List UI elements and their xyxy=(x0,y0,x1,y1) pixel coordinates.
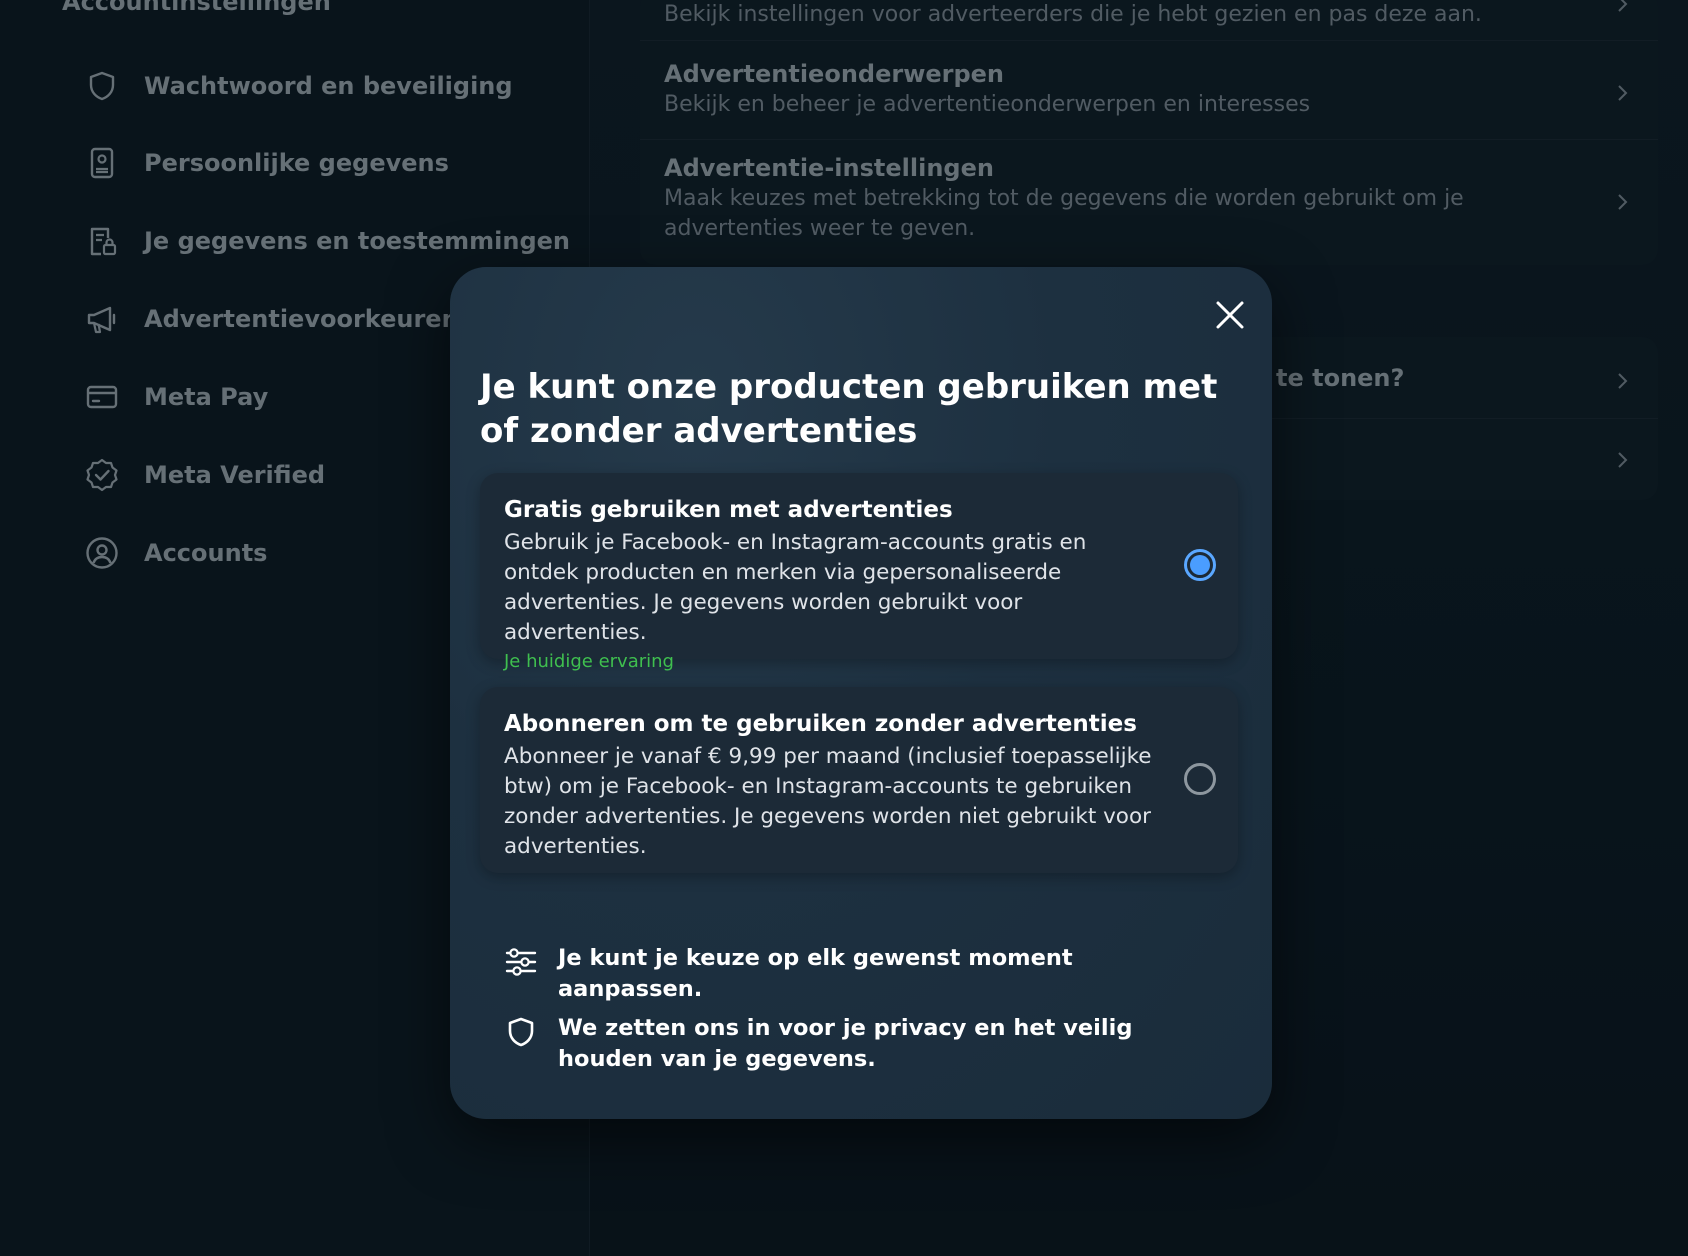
option-text: Abonneren om te gebruiken zonder adverte… xyxy=(504,709,1164,862)
close-button[interactable] xyxy=(1210,295,1250,335)
option-text: Gratis gebruiken met advertenties Gebrui… xyxy=(504,495,1164,675)
current-experience-label: Je huidige ervaring xyxy=(504,651,674,672)
ads-choice-dialog: Je kunt onze producten gebruiken met of … xyxy=(450,267,1272,1119)
option-subscribe-no-ads[interactable]: Abonneren om te gebruiken zonder adverte… xyxy=(480,687,1238,873)
sliders-icon xyxy=(505,948,537,976)
option-free-with-ads[interactable]: Gratis gebruiken met advertenties Gebrui… xyxy=(480,473,1238,672)
close-icon xyxy=(1216,301,1244,329)
radio-dot xyxy=(1190,555,1210,575)
dialog-title: Je kunt onze producten gebruiken met of … xyxy=(480,367,1218,451)
option-description: Abonneer je vanaf € 9,99 per maand (incl… xyxy=(504,744,1152,859)
option-title: Abonneren om te gebruiken zonder adverte… xyxy=(504,711,1137,737)
option-title: Gratis gebruiken met advertenties xyxy=(504,497,953,523)
info-text: Je kunt je keuze op elk gewenst moment a… xyxy=(558,945,1073,1002)
radio-selected[interactable] xyxy=(1184,549,1216,581)
info-row-privacy: We zetten ons in voor je privacy en het … xyxy=(504,1013,1224,1075)
info-row-change-choice: Je kunt je keuze op elk gewenst moment a… xyxy=(504,943,1224,1005)
shield-icon xyxy=(508,1017,534,1047)
radio-unselected[interactable] xyxy=(1184,763,1216,795)
option-description: Gebruik je Facebook- en Instagram-accoun… xyxy=(504,530,1087,645)
info-text: We zetten ons in voor je privacy en het … xyxy=(558,1015,1133,1072)
